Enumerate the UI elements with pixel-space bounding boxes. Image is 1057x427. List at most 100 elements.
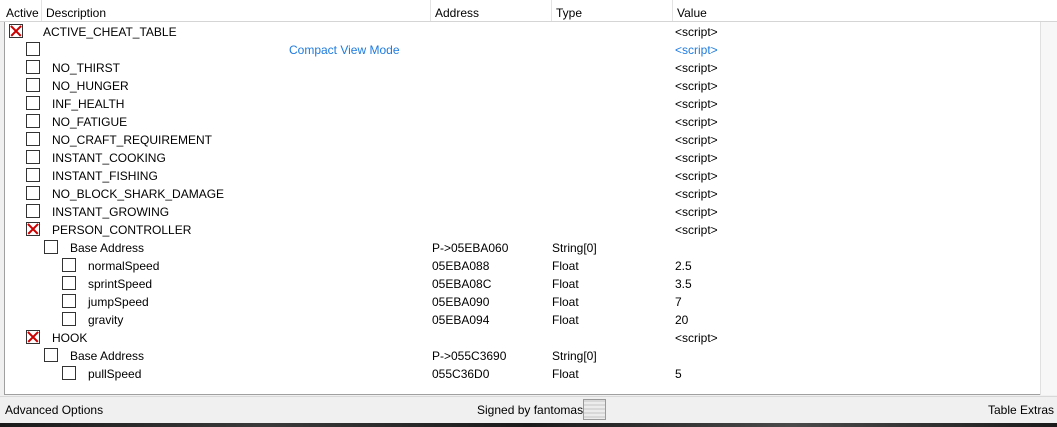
table-row-no-craft-requirement[interactable]: NO_CRAFT_REQUIREMENT <script> bbox=[5, 131, 1040, 149]
row-type[interactable]: Float bbox=[552, 365, 579, 383]
table-row-no-hunger[interactable]: NO_HUNGER <script> bbox=[5, 77, 1040, 95]
active-checkbox[interactable] bbox=[26, 132, 40, 146]
column-active[interactable]: Active bbox=[0, 0, 42, 21]
row-value[interactable]: <script> bbox=[675, 167, 718, 185]
active-checkbox[interactable] bbox=[26, 330, 40, 344]
row-address[interactable]: 055C36D0 bbox=[432, 365, 489, 383]
row-address[interactable]: P->055C3690 bbox=[432, 347, 506, 365]
row-description[interactable]: pullSpeed bbox=[88, 365, 141, 383]
row-address[interactable]: P->05EBA060 bbox=[432, 239, 508, 257]
active-checkbox[interactable] bbox=[62, 312, 76, 326]
row-value[interactable]: <script> bbox=[675, 221, 718, 239]
table-row-base-address-2[interactable]: Base Address P->055C3690 String[0] bbox=[5, 347, 1040, 365]
row-value[interactable]: 20 bbox=[675, 311, 688, 329]
row-description[interactable]: Base Address bbox=[70, 347, 144, 365]
table-row-no-fatigue[interactable]: NO_FATIGUE <script> bbox=[5, 113, 1040, 131]
row-description[interactable]: normalSpeed bbox=[88, 257, 159, 275]
row-description[interactable]: INSTANT_GROWING bbox=[52, 203, 169, 221]
row-description[interactable]: ACTIVE_CHEAT_TABLE bbox=[43, 23, 177, 41]
row-address[interactable]: 05EBA094 bbox=[432, 311, 489, 329]
row-description[interactable]: NO_FATIGUE bbox=[52, 113, 127, 131]
row-value[interactable]: 2.5 bbox=[675, 257, 692, 275]
active-checkbox[interactable] bbox=[26, 150, 40, 164]
column-type[interactable]: Type bbox=[552, 0, 673, 21]
row-description[interactable]: NO_BLOCK_SHARK_DAMAGE bbox=[52, 185, 224, 203]
table-row-gravity[interactable]: gravity 05EBA094 Float 20 bbox=[5, 311, 1040, 329]
column-address[interactable]: Address bbox=[431, 0, 552, 21]
table-row-pull-speed[interactable]: pullSpeed 055C36D0 Float 5 bbox=[5, 365, 1040, 383]
row-value[interactable]: <script> bbox=[675, 185, 718, 203]
active-checkbox[interactable] bbox=[26, 222, 40, 236]
row-value[interactable]: 7 bbox=[675, 293, 682, 311]
row-type[interactable]: Float bbox=[552, 311, 579, 329]
active-checkbox[interactable] bbox=[26, 78, 40, 92]
row-description[interactable]: Base Address bbox=[70, 239, 144, 257]
active-checkbox[interactable] bbox=[62, 276, 76, 290]
row-value[interactable]: 3.5 bbox=[675, 275, 692, 293]
active-checkbox[interactable] bbox=[26, 114, 40, 128]
active-checkbox[interactable] bbox=[44, 348, 58, 362]
row-value[interactable]: <script> bbox=[675, 41, 718, 59]
row-description[interactable]: sprintSpeed bbox=[88, 275, 152, 293]
table-row-instant-cooking[interactable]: INSTANT_COOKING <script> bbox=[5, 149, 1040, 167]
active-checkbox[interactable] bbox=[62, 294, 76, 308]
vertical-scrollbar[interactable] bbox=[1040, 22, 1057, 395]
row-description[interactable]: jumpSpeed bbox=[88, 293, 149, 311]
advanced-options-button[interactable]: Advanced Options bbox=[5, 397, 103, 423]
row-type[interactable]: String[0] bbox=[552, 347, 597, 365]
table-row-no-thirst[interactable]: NO_THIRST <script> bbox=[5, 59, 1040, 77]
table-row-person-controller[interactable]: PERSON_CONTROLLER <script> bbox=[5, 221, 1040, 239]
row-value[interactable]: <script> bbox=[675, 131, 718, 149]
table-row-hook[interactable]: HOOK <script> bbox=[5, 329, 1040, 347]
row-description[interactable]: NO_CRAFT_REQUIREMENT bbox=[52, 131, 212, 149]
table-row-instant-growing[interactable]: INSTANT_GROWING <script> bbox=[5, 203, 1040, 221]
row-description[interactable]: INF_HEALTH bbox=[52, 95, 124, 113]
column-description[interactable]: Description bbox=[42, 0, 431, 21]
active-checkbox[interactable] bbox=[26, 168, 40, 182]
row-value[interactable]: <script> bbox=[675, 23, 718, 41]
row-value[interactable]: <script> bbox=[675, 203, 718, 221]
active-checkbox[interactable] bbox=[44, 240, 58, 254]
table-row-sprint-speed[interactable]: sprintSpeed 05EBA08C Float 3.5 bbox=[5, 275, 1040, 293]
row-address[interactable]: 05EBA088 bbox=[432, 257, 489, 275]
row-type[interactable]: Float bbox=[552, 275, 579, 293]
table-row-inf-health[interactable]: INF_HEALTH <script> bbox=[5, 95, 1040, 113]
row-description[interactable]: INSTANT_COOKING bbox=[52, 149, 166, 167]
table-row-base-address-1[interactable]: Base Address P->05EBA060 String[0] bbox=[5, 239, 1040, 257]
row-value[interactable]: <script> bbox=[675, 77, 718, 95]
row-value[interactable]: <script> bbox=[675, 329, 718, 347]
active-checkbox[interactable] bbox=[26, 186, 40, 200]
table-extras-button[interactable]: Table Extras bbox=[988, 397, 1054, 423]
row-value[interactable]: <script> bbox=[675, 113, 718, 131]
active-checkbox[interactable] bbox=[26, 60, 40, 74]
row-value[interactable]: <script> bbox=[675, 95, 718, 113]
row-value[interactable]: 5 bbox=[675, 365, 682, 383]
row-description[interactable]: NO_HUNGER bbox=[52, 77, 129, 95]
table-row-jump-speed[interactable]: jumpSpeed 05EBA090 Float 7 bbox=[5, 293, 1040, 311]
row-description[interactable]: INSTANT_FISHING bbox=[52, 167, 158, 185]
table-row-instant-fishing[interactable]: INSTANT_FISHING <script> bbox=[5, 167, 1040, 185]
signature-icon[interactable] bbox=[583, 399, 606, 420]
active-checkbox[interactable] bbox=[26, 96, 40, 110]
active-checkbox[interactable] bbox=[26, 42, 40, 56]
active-checkbox[interactable] bbox=[62, 366, 76, 380]
row-address[interactable]: 05EBA090 bbox=[432, 293, 489, 311]
table-row-compact-view-mode[interactable]: Compact View Mode <script> bbox=[5, 41, 1040, 59]
active-checkbox[interactable] bbox=[62, 258, 76, 272]
row-description[interactable]: NO_THIRST bbox=[52, 59, 120, 77]
table-row-active-cheat-table[interactable]: ACTIVE_CHEAT_TABLE <script> bbox=[5, 23, 1040, 41]
row-value[interactable]: <script> bbox=[675, 59, 718, 77]
row-type[interactable]: String[0] bbox=[552, 239, 597, 257]
table-row-no-block-shark-damage[interactable]: NO_BLOCK_SHARK_DAMAGE <script> bbox=[5, 185, 1040, 203]
column-value[interactable]: Value bbox=[673, 0, 1057, 21]
row-value[interactable]: <script> bbox=[675, 149, 718, 167]
active-checkbox[interactable] bbox=[9, 24, 23, 38]
row-address[interactable]: 05EBA08C bbox=[432, 275, 491, 293]
row-description[interactable]: HOOK bbox=[52, 329, 87, 347]
row-description[interactable]: gravity bbox=[88, 311, 123, 329]
cheat-table-list[interactable]: ACTIVE_CHEAT_TABLE <script> Compact View M… bbox=[4, 22, 1040, 395]
row-description[interactable]: PERSON_CONTROLLER bbox=[52, 221, 191, 239]
row-description[interactable]: Compact View Mode bbox=[289, 41, 400, 59]
row-type[interactable]: Float bbox=[552, 293, 579, 311]
table-row-normal-speed[interactable]: normalSpeed 05EBA088 Float 2.5 bbox=[5, 257, 1040, 275]
